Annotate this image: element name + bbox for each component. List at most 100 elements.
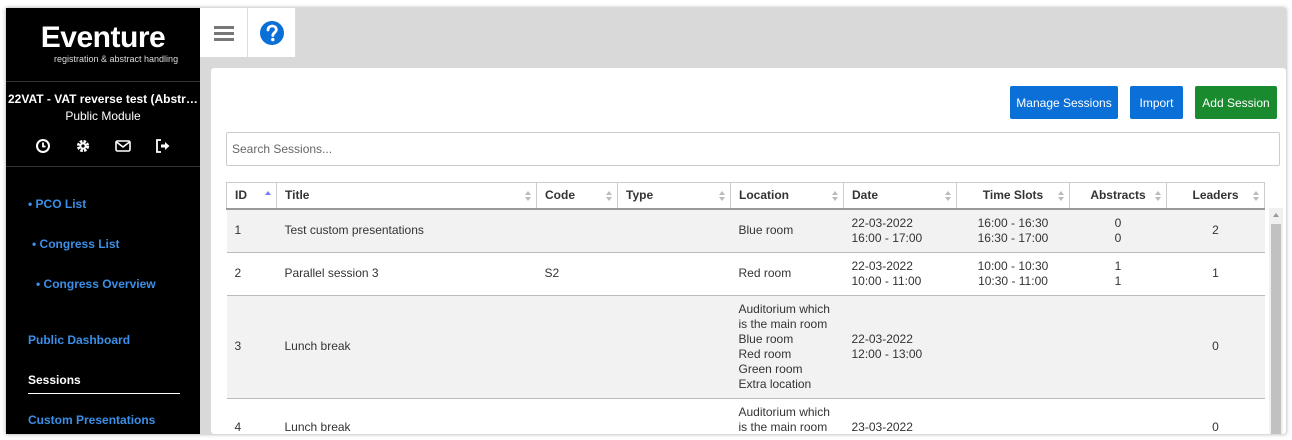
col-leaders[interactable]: Leaders <box>1166 182 1265 210</box>
sort-icon <box>945 191 951 201</box>
table-header-row: ID Title Code Type Location Date Time Sl… <box>226 182 1265 210</box>
cell-date-line: 10:00 - 11:00 <box>851 273 922 288</box>
sidebar: Eventure registration & abstract handlin… <box>6 8 200 434</box>
col-abstracts[interactable]: Abstracts <box>1069 182 1167 210</box>
col-type[interactable]: Type <box>617 182 731 210</box>
sidebar-item-congress-list[interactable]: • Congress List <box>32 237 120 251</box>
cell-type <box>617 397 731 434</box>
cell-title: Test custom presentations <box>276 208 537 253</box>
cell-type <box>617 251 731 296</box>
cell-abstracts <box>1069 397 1167 434</box>
cell-location-line: Blue room <box>738 223 794 237</box>
sort-icon <box>1253 191 1259 201</box>
cell-location: Auditorium whichis the main roomBlue roo… <box>730 294 844 399</box>
cell-time-slots-line: 16:00 - 16:30 <box>977 215 1049 230</box>
cell-location-line: is the main room <box>738 419 828 434</box>
cell-location-line: Blue room <box>738 331 794 346</box>
cell-id: 1 <box>226 208 277 253</box>
cell-time-slots: 10:00 - 10:30 10:30 - 11:00 <box>956 251 1070 296</box>
table-row[interactable]: 4 Lunch break Auditorium which is the main … <box>226 397 1265 434</box>
cell-location: Blue room <box>730 208 844 253</box>
sidebar-item-congress-overview[interactable]: • Congress Overview <box>36 277 156 291</box>
cell-date-line: 12:00 - 13:00 <box>851 346 923 361</box>
col-code[interactable]: Code <box>536 182 618 210</box>
cell-location-line: Red room <box>738 346 792 361</box>
cell-abstracts-line: 0 <box>1114 215 1122 230</box>
cell-type <box>617 208 731 253</box>
cell-abstracts: 11 <box>1069 251 1167 296</box>
import-button[interactable]: Import <box>1130 86 1183 119</box>
scrollbar-thumb[interactable] <box>1271 224 1281 434</box>
cell-location-line: Red room <box>738 266 792 280</box>
cell-date: 22-03-2022 10:00 - 11:00 <box>843 251 957 296</box>
clock-icon[interactable] <box>34 137 52 155</box>
table-row[interactable]: 2 Parallel session 3 S2 Red room 22-03-2022 1… <box>226 251 1265 296</box>
menu-button[interactable] <box>200 8 248 57</box>
cell-leaders: 2 <box>1166 208 1265 253</box>
table-row[interactable]: 3 Lunch break Auditorium which is the main … <box>226 294 1265 399</box>
cell-abstracts: 00 <box>1069 208 1167 253</box>
logo-subtitle: registration & abstract handling <box>54 54 179 64</box>
add-session-button[interactable]: Add Session <box>1195 86 1277 119</box>
scroll-up-icon[interactable] <box>1269 208 1283 222</box>
cell-location-line: Auditorium which <box>738 301 830 316</box>
vertical-scrollbar[interactable] <box>1269 208 1283 434</box>
cell-location: Red room <box>730 251 844 296</box>
table-row[interactable]: 1 Test custom presentations Blue room 22-03… <box>226 208 1265 253</box>
manage-sessions-button[interactable]: Manage Sessions <box>1010 86 1118 119</box>
cell-leaders: 1 <box>1166 251 1265 296</box>
cell-title: Lunch break <box>276 294 537 399</box>
sort-icon <box>832 191 838 201</box>
sidebar-item-custom-presentations[interactable]: Custom Presentations <box>28 413 155 427</box>
sidebar-divider <box>6 166 200 167</box>
cell-leaders: 0 <box>1166 294 1265 399</box>
sidebar-icon-bar <box>6 137 200 159</box>
module-name: Public Module <box>65 109 141 123</box>
logo: Eventure registration & abstract handlin… <box>6 8 200 82</box>
cell-date: 22-03-2022 12:00 - 13:00 <box>843 294 957 399</box>
col-date[interactable]: Date <box>843 182 957 210</box>
cell-title: Parallel session 3 <box>276 251 537 296</box>
logout-icon[interactable] <box>154 137 172 155</box>
cell-id: 3 <box>226 294 277 399</box>
cell-time-slots-line: 10:30 - 11:00 <box>978 273 1048 288</box>
cell-time-slots <box>956 397 1070 434</box>
sort-icon <box>606 191 612 201</box>
cell-code: S2 <box>536 251 618 296</box>
cell-date-line: 22-03-2022 <box>851 258 913 273</box>
sidebar-item-public-dashboard[interactable]: Public Dashboard <box>28 333 130 347</box>
table-body: 1 Test custom presentations Blue room 22-03… <box>226 208 1265 434</box>
sessions-card: Manage Sessions Import Add Session ID Ti… <box>211 68 1286 434</box>
mail-icon[interactable] <box>114 137 132 155</box>
help-button[interactable] <box>248 8 296 57</box>
sidebar-item-sessions[interactable]: Sessions <box>28 373 81 387</box>
sort-icon <box>719 191 725 201</box>
col-title[interactable]: Title <box>276 182 537 210</box>
col-time-slots[interactable]: Time Slots <box>956 182 1070 210</box>
cell-location-line: Auditorium which <box>738 404 830 419</box>
col-id[interactable]: ID <box>226 182 277 210</box>
sort-asc-icon <box>265 191 271 195</box>
sidebar-item-pco-list[interactable]: • PCO List <box>28 197 86 211</box>
cell-time-slots-line: 10:00 - 10:30 <box>977 258 1049 273</box>
cell-id: 4 <box>226 397 277 434</box>
cell-leaders: 0 <box>1166 397 1265 434</box>
cell-location-line: is the main room <box>738 316 828 331</box>
gear-icon[interactable] <box>74 137 92 155</box>
cell-date-line: 22-03-2022 <box>851 331 913 346</box>
logo-title: Eventure <box>40 21 166 54</box>
event-name[interactable]: 22VAT - VAT reverse test (Abstract... <box>6 92 200 106</box>
top-toolbar <box>200 8 296 57</box>
col-location[interactable]: Location <box>730 182 844 210</box>
cell-time-slots: 16:00 - 16:30 16:30 - 17:00 <box>956 208 1070 253</box>
app-window: Eventure registration & abstract handlin… <box>6 8 1286 434</box>
search-input[interactable] <box>226 132 1280 166</box>
cell-abstracts-line: 0 <box>1114 230 1122 245</box>
cell-id: 2 <box>226 251 277 296</box>
cell-type <box>617 294 731 399</box>
sort-icon <box>1058 191 1064 201</box>
cell-abstracts-line: 1 <box>1114 258 1122 273</box>
cell-location-line: Extra location <box>738 376 812 391</box>
cell-time-slots-line: 16:30 - 17:00 <box>977 230 1049 245</box>
hamburger-icon <box>213 25 234 41</box>
